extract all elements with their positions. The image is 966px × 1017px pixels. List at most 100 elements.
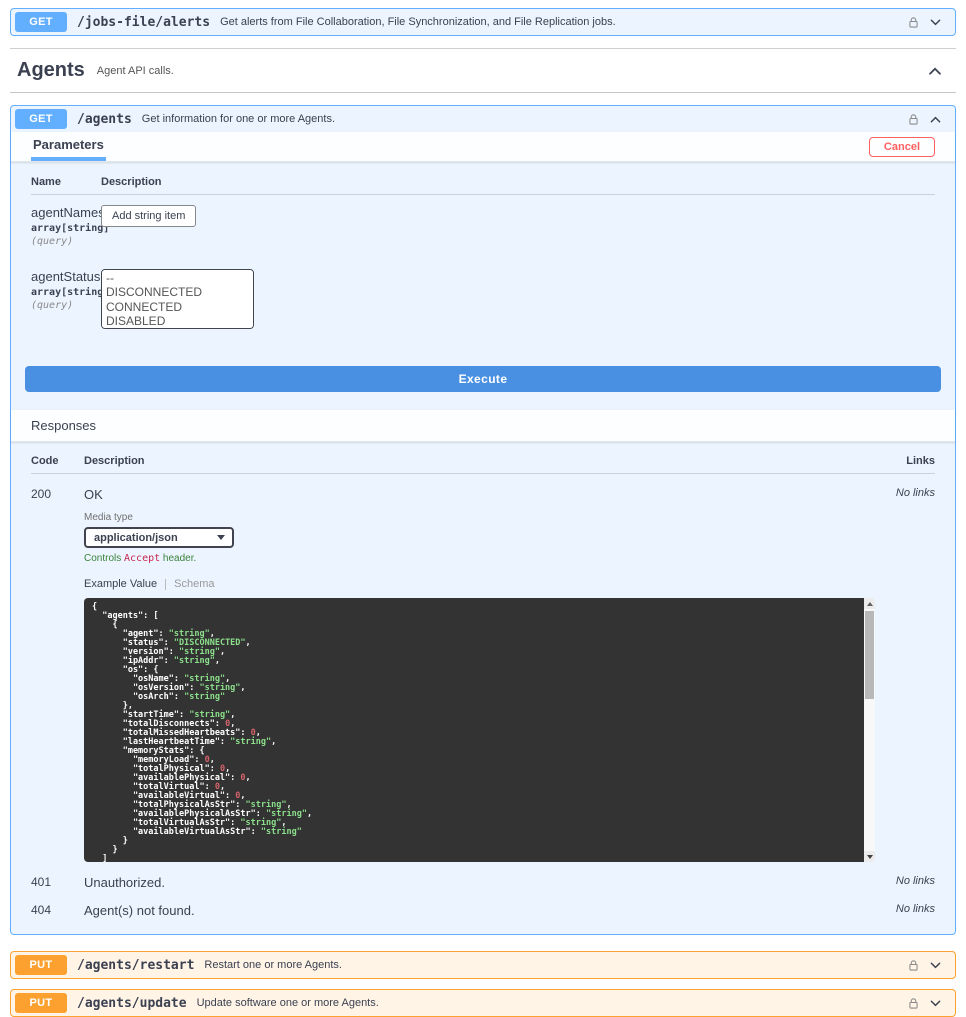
response-code: 404: [31, 903, 84, 918]
scrollbar-track[interactable]: [864, 609, 875, 851]
chevron-up-icon: [928, 112, 943, 127]
response-description: Unauthorized.: [84, 875, 875, 890]
endpoint-summary-jobs-file-alerts[interactable]: GET /jobs-file/alerts Get alerts from Fi…: [11, 9, 955, 35]
example-scrollbar[interactable]: [864, 598, 875, 862]
endpoint-path: /jobs-file/alerts: [77, 15, 210, 30]
execute-wrapper: Execute: [11, 348, 955, 408]
parameters-table-head: Name Description: [31, 176, 935, 195]
parameters-section: Name Description agentNames array[string…: [11, 162, 955, 348]
endpoint-agents-update: PUT /agents/update Update software one o…: [10, 989, 956, 1017]
example-code: { "agents": [ { "agent": "string", "stat…: [84, 598, 864, 862]
agent-status-select[interactable]: --DISCONNECTEDCONNECTEDDISABLEDPENDING: [101, 269, 254, 329]
response-description-cell: OK Media type application/json Controls …: [84, 487, 875, 862]
media-type-select-wrap: application/json: [84, 527, 234, 548]
note-prefix: Controls: [84, 553, 124, 564]
endpoint-summary-agents[interactable]: GET /agents Get information for one or m…: [11, 106, 955, 132]
triangle-up-icon: [867, 602, 873, 606]
column-header-description: Description: [84, 455, 875, 467]
parameter-row-agent-names: agentNames array[string] (query) Add str…: [31, 195, 935, 259]
triangle-down-icon: [867, 855, 873, 859]
column-header-code: Code: [31, 455, 84, 467]
note-suffix: header.: [160, 553, 196, 564]
parameter-value-cell: --DISCONNECTEDCONNECTEDDISABLEDPENDING: [101, 269, 935, 330]
parameter-location: (query): [31, 236, 101, 247]
column-header-description: Description: [101, 176, 935, 188]
agent-status-option[interactable]: --: [104, 271, 251, 285]
example-schema-tabs: Example Value Schema: [84, 578, 875, 590]
authorize-lock-button[interactable]: [903, 959, 924, 972]
endpoint-jobs-file-alerts: GET /jobs-file/alerts Get alerts from Fi…: [10, 8, 956, 36]
authorize-lock-button[interactable]: [903, 113, 924, 126]
scroll-down-button[interactable]: [864, 851, 875, 862]
tab-example-value[interactable]: Example Value: [84, 578, 157, 590]
authorize-lock-button[interactable]: [903, 16, 924, 29]
endpoint-path: /agents/update: [77, 996, 187, 1011]
media-type-label: Media type: [84, 512, 875, 523]
chevron-down-icon: [928, 15, 943, 30]
responses-header-bar: Responses: [11, 410, 955, 442]
parameter-name: agentStatus: [31, 269, 101, 284]
parameter-name-cell: agentNames array[string] (query): [31, 205, 101, 247]
endpoint-summary-agents-update[interactable]: PUT /agents/update Update software one o…: [11, 990, 955, 1016]
responses-table-head: Code Description Links: [31, 455, 935, 474]
endpoint-description: Get information for one or more Agents.: [142, 113, 903, 125]
lock-icon: [907, 959, 920, 972]
expand-endpoint-button[interactable]: [924, 15, 947, 30]
parameter-value-cell: Add string item: [101, 205, 935, 247]
authorize-lock-button[interactable]: [903, 997, 924, 1010]
media-type-select[interactable]: application/json: [84, 527, 234, 548]
swagger-page: GET /jobs-file/alerts Get alerts from Fi…: [0, 0, 966, 1017]
note-code: Accept: [124, 553, 160, 564]
response-row-200: 200 OK Media type application/json Contr…: [31, 474, 935, 862]
section-title: Agents: [17, 59, 85, 82]
agent-status-option[interactable]: DISCONNECTED: [104, 285, 251, 299]
example-value-block: { "agents": [ { "agent": "string", "stat…: [84, 598, 875, 862]
endpoint-agents-get: GET /agents Get information for one or m…: [10, 105, 956, 935]
endpoint-description: Get alerts from File Collaboration, File…: [220, 16, 903, 28]
column-header-links: Links: [875, 455, 935, 467]
endpoint-path: /agents/restart: [77, 958, 194, 973]
column-header-name: Name: [31, 176, 101, 188]
tab-schema[interactable]: Schema: [174, 578, 214, 590]
response-links: No links: [875, 875, 935, 890]
chevron-up-icon: [926, 62, 944, 80]
expand-endpoint-button[interactable]: [924, 996, 947, 1011]
method-badge-get: GET: [15, 12, 67, 32]
method-badge-put: PUT: [15, 955, 67, 975]
expand-endpoint-button[interactable]: [924, 958, 947, 973]
collapse-section-button[interactable]: [922, 62, 948, 80]
collapse-endpoint-button[interactable]: [924, 112, 947, 127]
agents-section-header[interactable]: Agents Agent API calls.: [10, 49, 956, 93]
response-row-401: 401 Unauthorized. No links: [31, 862, 935, 890]
execute-button[interactable]: Execute: [25, 366, 941, 392]
agent-status-option[interactable]: DISABLED: [104, 314, 251, 328]
cancel-button[interactable]: Cancel: [869, 137, 935, 157]
scrollbar-thumb[interactable]: [865, 611, 874, 699]
add-string-item-button[interactable]: Add string item: [101, 205, 196, 227]
tab-separator: [165, 579, 166, 590]
endpoint-description: Update software one or more Agents.: [197, 997, 903, 1009]
scroll-up-button[interactable]: [864, 598, 875, 609]
responses-section: Code Description Links 200 OK Media type…: [11, 442, 955, 934]
tab-parameters[interactable]: Parameters: [31, 132, 106, 161]
endpoint-summary-agents-restart[interactable]: PUT /agents/restart Restart one or more …: [11, 952, 955, 978]
parameter-row-agent-status: agentStatus array[string] (query) --DISC…: [31, 259, 935, 342]
responses-title: Responses: [31, 418, 96, 433]
lock-icon: [907, 113, 920, 126]
lock-icon: [907, 16, 920, 29]
endpoint-agents-restart: PUT /agents/restart Restart one or more …: [10, 951, 956, 979]
section-subtitle: Agent API calls.: [97, 65, 174, 77]
parameter-type: array[string]: [31, 287, 101, 298]
lock-icon: [907, 997, 920, 1010]
response-links: No links: [875, 487, 935, 862]
agent-status-option[interactable]: CONNECTED: [104, 300, 251, 314]
response-description: Agent(s) not found.: [84, 903, 875, 918]
response-code: 200: [31, 487, 84, 862]
chevron-down-icon: [928, 996, 943, 1011]
parameter-name: agentNames: [31, 205, 101, 220]
response-code: 401: [31, 875, 84, 890]
controls-accept-note: Controls Accept header.: [84, 553, 875, 564]
parameter-type: array[string]: [31, 223, 101, 234]
chevron-down-icon: [928, 958, 943, 973]
response-description: OK: [84, 487, 875, 502]
